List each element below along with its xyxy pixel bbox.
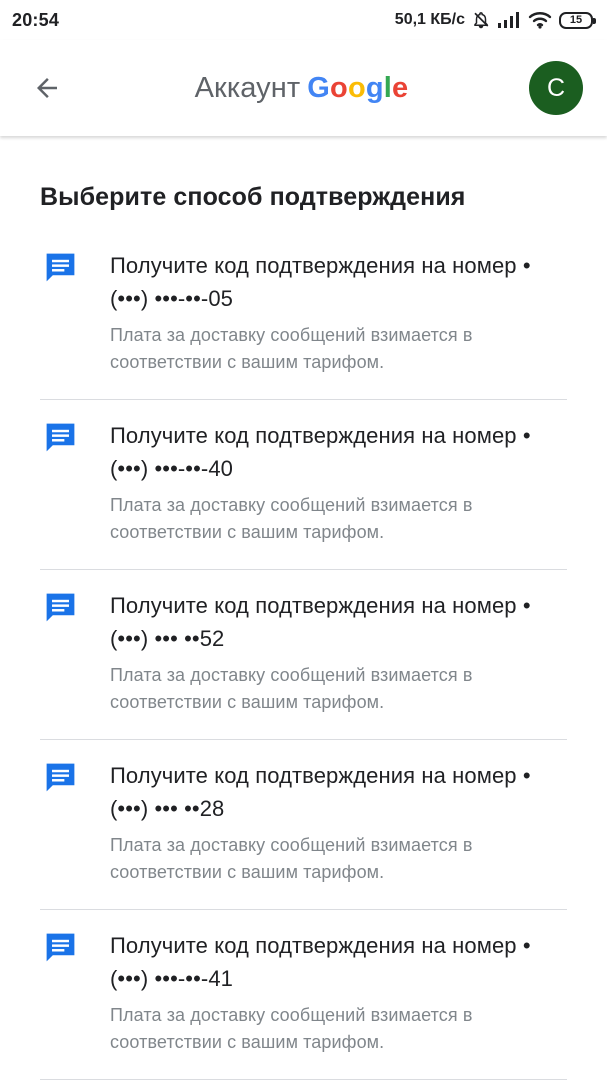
option-title: Получите код подтверждения на номер • (•… (110, 249, 567, 315)
masked-phone-number: (•••) •••-••-05 (110, 286, 234, 311)
battery-level: 15 (569, 13, 583, 26)
status-bar: 20:54 50,1 КБ/с 15 (0, 0, 607, 40)
verification-option-phone-41[interactable]: Получите код подтверждения на номер • (•… (40, 910, 567, 1080)
app-header: Аккаунт Google C (0, 40, 607, 136)
app-title: Аккаунт Google (195, 74, 409, 103)
avatar-initial: C (546, 73, 566, 102)
sms-fee-note: Плата за доставку сообщений взимается в … (110, 665, 473, 712)
verification-option-phone-40[interactable]: Получите код подтверждения на номер • (•… (40, 400, 567, 570)
google-account-verification-screen: 20:54 50,1 КБ/с 15 Аккаунт Google C Выбе… (0, 0, 607, 1080)
notifications-off-icon (472, 10, 490, 30)
message-icon (42, 759, 79, 796)
masked-phone-number: (•••) ••• ••52 (110, 626, 225, 651)
verification-option-phone-52[interactable]: Получите код подтверждения на номер • (•… (40, 570, 567, 740)
google-letter-g-second: g (365, 72, 384, 104)
masked-phone-number: (•••) •••-••-41 (110, 966, 234, 991)
verification-options-list: Получите код подтверждения на номер • (•… (40, 249, 567, 1080)
option-text: Получите код подтверждения на номер • (•… (110, 589, 567, 716)
verification-option-phone-05[interactable]: Получите код подтверждения на номер • (•… (40, 249, 567, 400)
message-icon (42, 419, 79, 456)
sms-fee-note: Плата за доставку сообщений взимается в … (110, 835, 473, 882)
option-title-text: Получите код подтверждения на номер • (110, 593, 531, 618)
sms-fee-note: Плата за доставку сообщений взимается в … (110, 1005, 473, 1052)
title-prefix: Аккаунт (194, 72, 301, 104)
option-title: Получите код подтверждения на номер • (•… (110, 419, 567, 485)
status-icons: 50,1 КБ/с 15 (394, 10, 596, 30)
google-letter-e: e (392, 72, 409, 104)
masked-phone-number: (•••) ••• ••28 (110, 796, 225, 821)
verification-content: Выберите способ подтверждения Получите к… (0, 136, 607, 1080)
option-text: Получите код подтверждения на номер • (•… (110, 249, 567, 376)
wifi-icon (528, 10, 552, 30)
option-title-text: Получите код подтверждения на номер • (110, 253, 531, 278)
option-text: Получите код подтверждения на номер • (•… (110, 929, 567, 1056)
page-title: Выберите способ подтверждения (40, 183, 466, 211)
message-icon (42, 249, 79, 286)
arrow-back-icon (37, 78, 57, 98)
account-avatar[interactable]: C (529, 61, 583, 115)
option-title-text: Получите код подтверждения на номер • (110, 933, 531, 958)
masked-phone-number: (•••) •••-••-40 (110, 456, 234, 481)
option-title-text: Получите код подтверждения на номер • (110, 763, 531, 788)
google-letter-o-second: o (347, 72, 366, 104)
status-time: 20:54 (12, 9, 60, 30)
sms-fee-note: Плата за доставку сообщений взимается в … (110, 495, 473, 542)
back-button[interactable] (23, 64, 71, 112)
google-letter-g: G (307, 72, 331, 104)
signal-icon (497, 10, 521, 30)
option-text: Получите код подтверждения на номер • (•… (110, 759, 567, 886)
google-logo-text: Google (307, 74, 408, 103)
option-title: Получите код подтверждения на номер • (•… (110, 589, 567, 655)
option-title-text: Получите код подтверждения на номер • (110, 423, 531, 448)
sms-fee-note: Плата за доставку сообщений взимается в … (110, 325, 473, 372)
verification-option-phone-28[interactable]: Получите код подтверждения на номер • (•… (40, 740, 567, 910)
option-title: Получите код подтверждения на номер • (•… (110, 759, 567, 825)
google-letter-l: l (383, 72, 393, 104)
battery-icon: 15 (559, 11, 596, 29)
message-icon (42, 929, 79, 966)
option-title: Получите код подтверждения на номер • (•… (110, 929, 567, 995)
network-speed: 50,1 КБ/с (394, 11, 465, 28)
option-text: Получите код подтверждения на номер • (•… (110, 419, 567, 546)
message-icon (42, 589, 79, 626)
google-letter-o-first: o (330, 72, 348, 104)
